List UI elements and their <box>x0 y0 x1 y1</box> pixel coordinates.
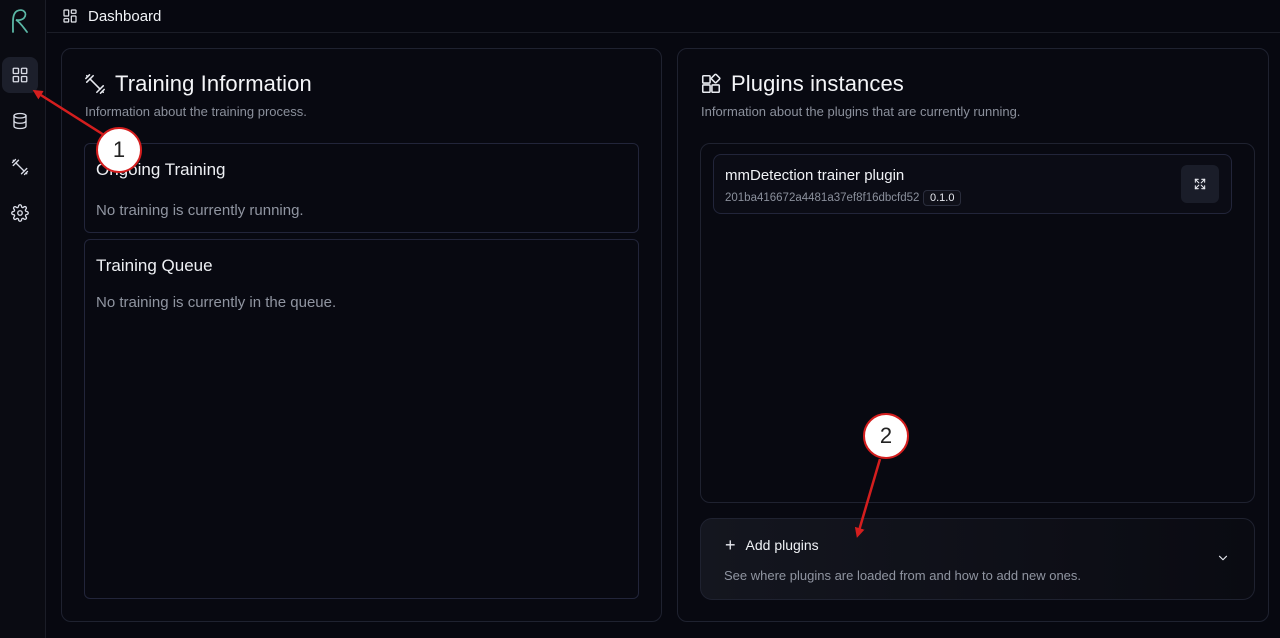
dumbbell-icon <box>11 158 29 176</box>
sidebar-item-settings[interactable] <box>2 195 38 231</box>
plus-icon: + <box>725 535 736 555</box>
sidebar-item-dashboard[interactable] <box>2 57 38 93</box>
training-subtitle: Information about the training process. <box>85 104 307 119</box>
plugin-version-badge: 0.1.0 <box>923 190 962 206</box>
app-root: Dashboard Training Information Informati… <box>0 0 1280 638</box>
page-title: Dashboard <box>88 7 162 25</box>
app-logo[interactable] <box>7 8 31 34</box>
expand-icon <box>1194 178 1206 190</box>
add-plugins-description: See where plugins are loaded from and ho… <box>724 568 1082 583</box>
plugin-expand-button[interactable] <box>1181 165 1219 203</box>
ongoing-training-empty: No training is currently running. <box>96 202 304 219</box>
dashboard-icon <box>63 9 77 23</box>
plugin-id: 201ba416672a4481a37ef8f16dbcfd52 <box>725 192 920 204</box>
dashboard-icon <box>12 67 28 83</box>
database-icon <box>13 112 27 130</box>
plugins-title: Plugins instances <box>731 71 904 96</box>
training-queue-empty: No training is currently in the queue. <box>96 294 337 311</box>
plugins-icon <box>701 73 721 94</box>
sidebar <box>0 0 46 638</box>
plugins-header: Plugins instances <box>700 71 904 97</box>
plugins-list: mmDetection trainer plugin 201ba416672a4… <box>700 143 1255 503</box>
annotation-marker-1: 1 <box>96 127 142 173</box>
plugin-name: mmDetection trainer plugin <box>725 167 905 184</box>
training-panel: Training Information Information about t… <box>61 48 662 622</box>
training-title: Training Information <box>115 71 312 96</box>
add-plugins-header[interactable]: + Add plugins <box>725 535 819 555</box>
plugins-panel: Plugins instances Information about the … <box>677 48 1269 622</box>
plugin-item[interactable]: mmDetection trainer plugin 201ba416672a4… <box>713 154 1232 214</box>
logo-icon <box>12 9 28 33</box>
sidebar-item-training[interactable] <box>2 149 38 185</box>
add-plugins-label: Add plugins <box>745 537 819 553</box>
plugins-subtitle: Information about the plugins that are c… <box>701 104 1021 119</box>
dumbbell-icon <box>85 74 105 94</box>
training-header: Training Information <box>84 71 312 97</box>
training-queue-card: Training Queue No training is currently … <box>84 239 639 599</box>
chevron-down-icon[interactable] <box>1216 551 1230 565</box>
add-plugins-accordion[interactable]: + Add plugins See where plugins are load… <box>700 518 1255 600</box>
ongoing-training-card: Ongoing Training No training is currentl… <box>84 143 639 233</box>
topbar: Dashboard <box>47 0 1280 33</box>
gear-icon <box>11 204 29 222</box>
sidebar-item-datasets[interactable] <box>2 103 38 139</box>
training-queue-title: Training Queue <box>96 256 213 275</box>
annotation-marker-2: 2 <box>863 413 909 459</box>
